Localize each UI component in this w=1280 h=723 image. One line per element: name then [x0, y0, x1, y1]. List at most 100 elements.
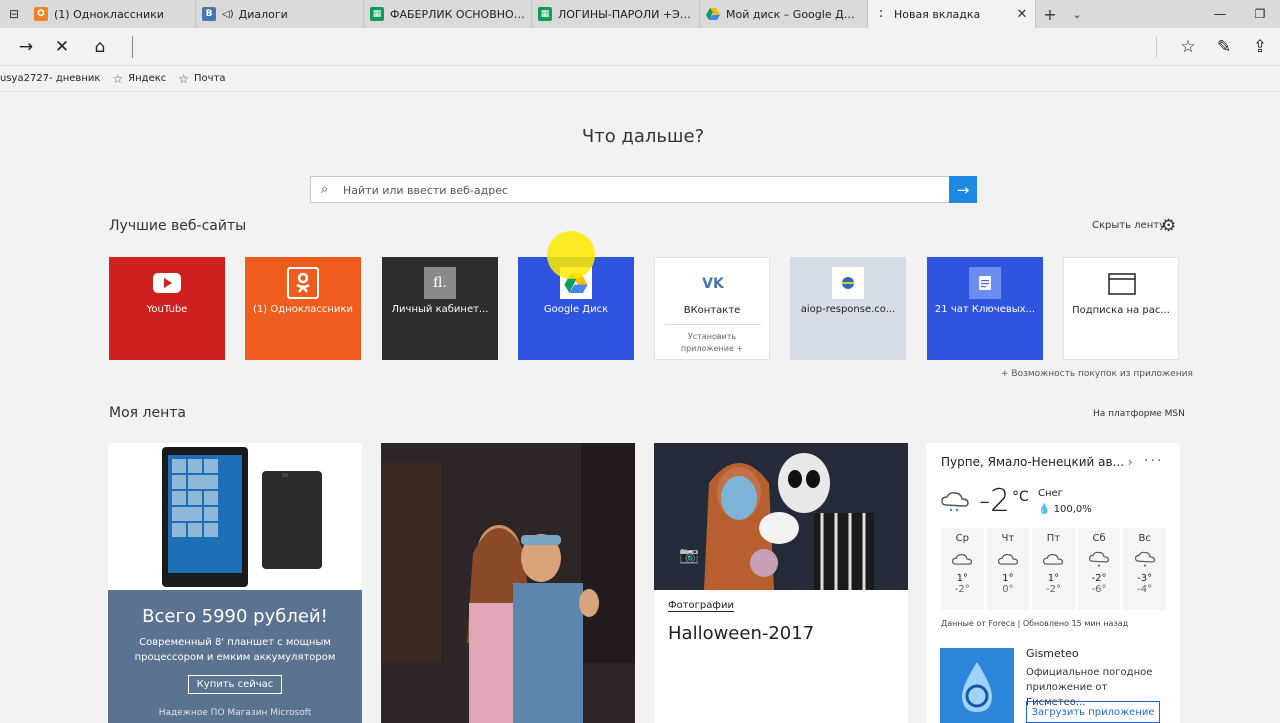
favorite-diary[interactable]: usya2727- дневник: [0, 73, 100, 84]
forecast-day[interactable]: Вс -3° -4°: [1123, 528, 1166, 610]
tile-divider: [665, 324, 761, 325]
drop-icon: 💧: [1038, 504, 1051, 515]
halloween-photo: [654, 443, 908, 590]
day-name: Чт: [1001, 533, 1015, 544]
ad-footer: Надежное ПО Магазин Microsoft: [158, 708, 312, 718]
tile-label: (1) Одноклассники: [253, 304, 353, 315]
tile-label: Личный кабинет...: [391, 304, 489, 315]
search-icon: ⌕: [321, 182, 329, 197]
snow-cloud-icon: [1123, 548, 1166, 570]
tab-faberlic[interactable]: ▦ ФАБЕРЛИК ОСНОВНОЙ.xls: [364, 0, 532, 28]
day-high: 1°: [956, 573, 968, 584]
tile-personal-cabinet[interactable]: fl. Личный кабинет...: [382, 257, 498, 360]
tile-odnoklassniki[interactable]: (1) Одноклассники: [245, 257, 361, 360]
close-tab-icon[interactable]: ✕: [1015, 7, 1029, 22]
buy-now-button[interactable]: Купить сейчас: [187, 675, 283, 694]
day-high: 1°: [1047, 573, 1060, 584]
day-name: Вс: [1138, 533, 1151, 544]
temperature-unit[interactable]: °C: [1012, 489, 1029, 505]
tile-youtube[interactable]: YouTube: [109, 257, 225, 360]
odnoklassniki-icon: [287, 267, 319, 299]
tab-new-tab[interactable]: ⁚ Новая вкладка ✕: [868, 0, 1036, 28]
address-bar: → ✕ ⌂ ☆ ✎ ⇪: [0, 28, 1280, 66]
share-icon[interactable]: ⇪: [1246, 34, 1274, 60]
tile-aiop-response[interactable]: aiop-response.co...: [790, 257, 906, 360]
day-low: 0°: [1002, 584, 1014, 595]
couple-photo: [381, 443, 635, 723]
day-high: 1°: [1002, 573, 1014, 584]
tab-google-drive[interactable]: Мой диск – Google Диск: [700, 0, 868, 28]
photo-card[interactable]: [381, 443, 635, 723]
favorite-label: Почта: [194, 73, 226, 84]
minimize-button[interactable]: —: [1200, 0, 1240, 28]
forecast-day[interactable]: Пт 1° -2°: [1032, 528, 1075, 610]
weather-location[interactable]: Пурпе, Ямало-Ненецкий ав... ›: [941, 455, 1133, 469]
forecast-day[interactable]: Ср 1° -2°: [941, 528, 984, 610]
snow-cloud-icon: [940, 491, 970, 517]
cloud-icon: [941, 548, 984, 570]
vk-icon: B: [202, 7, 216, 21]
tile-chat[interactable]: 21 чат Ключевых...: [927, 257, 1043, 360]
ad-card[interactable]: Всего 5990 рублей! Современный 8' планше…: [108, 443, 362, 723]
restore-button[interactable]: ❐: [1240, 0, 1280, 28]
ad-headline: Всего 5990 рублей!: [142, 606, 328, 627]
cloud-icon: [1032, 548, 1075, 570]
forecast-day[interactable]: Сб -2° -6°: [1077, 528, 1121, 610]
stop-button[interactable]: ✕: [48, 34, 76, 60]
favorite-yandex[interactable]: ☆ Яндекс: [112, 72, 166, 86]
tab-logins[interactable]: ▦ ЛОГИНЫ-ПАРОЛИ +ЭКСП: [532, 0, 700, 28]
in-app-purchase-note: + Возможность покупок из приложения: [1001, 369, 1193, 379]
address-caret[interactable]: [132, 36, 133, 58]
forecast-day[interactable]: Чт 1° 0°: [986, 528, 1030, 610]
location-text: Пурпе, Ямало-Ненецкий ав...: [941, 455, 1125, 469]
tile-label: ВКонтакте: [683, 305, 741, 316]
gear-icon[interactable]: ⚙: [1161, 216, 1176, 236]
forward-button[interactable]: →: [12, 34, 40, 60]
toolbar-divider: [1156, 36, 1157, 58]
tile-subscription[interactable]: Подписка на рас...: [1063, 257, 1179, 360]
window-icon: [1106, 268, 1138, 300]
star-icon: ☆: [178, 71, 190, 86]
web-note-icon[interactable]: ✎: [1210, 34, 1238, 60]
go-arrow-button[interactable]: →: [949, 176, 977, 203]
search-box[interactable]: ⌕ →: [310, 176, 977, 203]
tab-dialogs[interactable]: B ◁) Диалоги: [196, 0, 364, 28]
tab-title: (1) Одноклассники: [54, 7, 164, 21]
tile-label: 21 чат Ключевых...: [934, 304, 1036, 315]
article-title[interactable]: Halloween-2017: [668, 623, 814, 644]
msn-label[interactable]: На платформе MSN: [1093, 409, 1185, 419]
tab-preview-icon[interactable]: ⊟: [0, 0, 28, 28]
search-input[interactable]: [343, 181, 923, 199]
new-tab-button[interactable]: +: [1036, 0, 1064, 28]
tab-title: Новая вкладка: [894, 7, 981, 21]
tab-odnoklassniki[interactable]: O (1) Одноклассники: [28, 0, 196, 28]
tab-list-chevron-icon[interactable]: ⌄: [1064, 0, 1090, 28]
chevron-right-icon: ›: [1127, 455, 1133, 469]
star-icon: ☆: [112, 71, 124, 86]
speaker-icon[interactable]: ◁): [222, 9, 234, 20]
tablet-image: [108, 443, 362, 590]
ad-text: Современный 8' планшет с мощным процессо…: [134, 637, 336, 663]
favorite-mail[interactable]: ☆ Почта: [178, 72, 225, 86]
favorite-label: Яндекс: [128, 73, 167, 84]
install-app-link[interactable]: Установить приложение +: [655, 331, 769, 355]
tile-label: aiop-response.co...: [800, 304, 896, 315]
more-options-icon[interactable]: ···: [1144, 453, 1163, 469]
home-button[interactable]: ⌂: [86, 34, 114, 60]
day-low: -6°: [1091, 584, 1107, 595]
category-label[interactable]: Фотографии: [668, 600, 734, 612]
tile-label: Google Диск: [543, 304, 609, 315]
day-high: -2°: [1091, 573, 1107, 584]
hide-feed-link[interactable]: Скрыть ленту: [1092, 220, 1165, 231]
snow-cloud-icon: [1078, 548, 1121, 570]
current-temperature: -2: [979, 483, 1010, 519]
tab-title: Диалоги: [238, 7, 288, 21]
halloween-card[interactable]: 📷 Фотографии Halloween-2017: [654, 443, 908, 723]
tile-vkontakte[interactable]: VK ВКонтакте Установить приложение +: [654, 257, 770, 360]
tile-label: YouTube: [146, 304, 188, 315]
top-sites-title: Лучшие веб-сайты: [109, 218, 247, 234]
tile-label: Подписка на рас...: [1072, 305, 1170, 316]
favorites-hub-icon[interactable]: ☆: [1174, 34, 1202, 60]
weather-source[interactable]: Данные от Foreca | Обновлено 15 мин наза…: [941, 619, 1128, 628]
favorite-label: usya2727- дневник: [0, 73, 101, 84]
